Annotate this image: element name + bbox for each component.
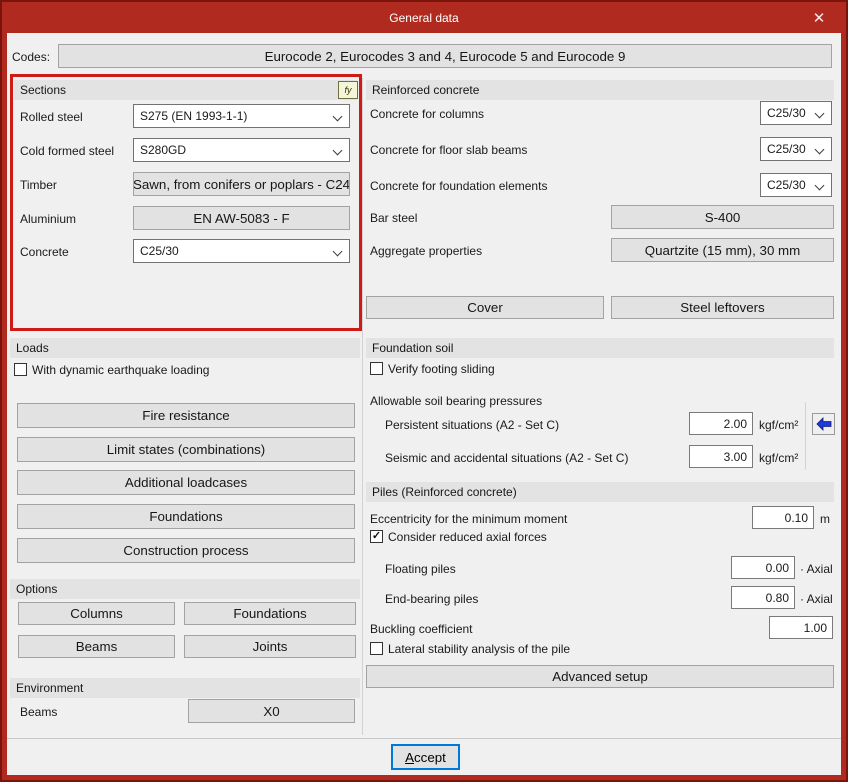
options-foundations-button[interactable]: Foundations bbox=[184, 602, 356, 625]
copy-value-arrow-button[interactable] bbox=[812, 413, 835, 435]
codes-label: Codes: bbox=[12, 50, 51, 64]
options-title: Options bbox=[16, 582, 58, 596]
aggregate-properties-button[interactable]: Quartzite (15 mm), 30 mm bbox=[611, 238, 834, 262]
reinforced-concrete-title: Reinforced concrete bbox=[372, 83, 480, 97]
dialog-content: Codes: Eurocode 2, Eurocodes 3 and 4, Eu… bbox=[7, 33, 841, 775]
reduced-axial-forces-checkbox[interactable]: ✓ bbox=[370, 530, 383, 543]
seismic-pressure-input[interactable]: 3.00 bbox=[689, 445, 753, 468]
rolled-steel-label: Rolled steel bbox=[20, 110, 83, 124]
environment-header: Environment bbox=[10, 678, 360, 698]
dynamic-earthquake-checkbox[interactable] bbox=[14, 363, 27, 376]
aluminium-label: Aluminium bbox=[20, 212, 77, 226]
fy-icon[interactable]: fy bbox=[338, 81, 358, 99]
seismic-situations-label: Seismic and accidental situations (A2 - … bbox=[385, 451, 629, 465]
environment-beams-button[interactable]: X0 bbox=[188, 699, 355, 723]
piles-title: Piles (Reinforced concrete) bbox=[372, 485, 517, 499]
sections-header: Sections bbox=[14, 80, 357, 100]
persistent-situations-label: Persistent situations (A2 - Set C) bbox=[385, 418, 560, 432]
concrete-label: Concrete bbox=[20, 245, 69, 259]
chevron-down-icon bbox=[814, 108, 825, 119]
timber-label: Timber bbox=[20, 178, 57, 192]
floating-piles-unit: · Axial bbox=[800, 562, 833, 576]
end-bearing-piles-input[interactable]: 0.80 bbox=[731, 586, 795, 609]
aggregate-properties-label: Aggregate properties bbox=[370, 244, 483, 258]
environment-title: Environment bbox=[16, 681, 84, 695]
codes-button[interactable]: Eurocode 2, Eurocodes 3 and 4, Eurocode … bbox=[58, 44, 832, 68]
persistent-pressure-unit: kgf/cm² bbox=[759, 418, 799, 432]
buckling-coefficient-label: Buckling coefficient bbox=[370, 622, 473, 636]
foundation-soil-header: Foundation soil bbox=[366, 338, 834, 358]
environment-beams-label: Beams bbox=[20, 705, 58, 719]
lateral-stability-checkbox[interactable] bbox=[370, 642, 383, 655]
aluminium-button[interactable]: EN AW-5083 - F bbox=[133, 206, 350, 230]
reduced-axial-forces-label: Consider reduced axial forces bbox=[388, 530, 547, 544]
chevron-down-icon bbox=[814, 144, 825, 155]
allowable-pressures-label: Allowable soil bearing pressures bbox=[370, 394, 543, 408]
floating-piles-input[interactable]: 0.00 bbox=[731, 556, 795, 579]
chevron-down-icon bbox=[332, 145, 343, 156]
cold-formed-steel-label: Cold formed steel bbox=[20, 144, 115, 158]
titlebar: General data ✕ bbox=[2, 2, 846, 33]
footer-divider bbox=[7, 738, 841, 739]
lateral-stability-label: Lateral stability analysis of the pile bbox=[388, 642, 571, 656]
concrete-foundation-label: Concrete for foundation elements bbox=[370, 179, 548, 193]
buckling-coefficient-input[interactable]: 1.00 bbox=[769, 616, 833, 639]
close-icon[interactable]: ✕ bbox=[806, 6, 832, 30]
options-header: Options bbox=[10, 579, 360, 599]
piles-header: Piles (Reinforced concrete) bbox=[366, 482, 834, 502]
blue-left-arrow-icon bbox=[815, 417, 831, 431]
fire-resistance-button[interactable]: Fire resistance bbox=[17, 403, 355, 428]
additional-loadcases-button[interactable]: Additional loadcases bbox=[17, 470, 355, 495]
concrete-select[interactable]: C25/30 bbox=[133, 239, 350, 263]
chevron-down-icon bbox=[332, 246, 343, 257]
column-divider bbox=[362, 78, 363, 735]
cold-formed-steel-select[interactable]: S280GD bbox=[133, 138, 350, 162]
concrete-columns-label: Concrete for columns bbox=[370, 107, 485, 121]
persistent-pressure-input[interactable]: 2.00 bbox=[689, 412, 753, 435]
concrete-floor-slab-label: Concrete for floor slab beams bbox=[370, 143, 528, 157]
verify-footing-sliding-label: Verify footing sliding bbox=[388, 362, 495, 376]
options-beams-button[interactable]: Beams bbox=[18, 635, 175, 658]
bar-steel-button[interactable]: S-400 bbox=[611, 205, 834, 229]
chevron-down-icon bbox=[814, 180, 825, 191]
foundation-soil-title: Foundation soil bbox=[372, 341, 454, 355]
concrete-foundation-select[interactable]: C25/30 bbox=[760, 173, 832, 197]
cover-button[interactable]: Cover bbox=[366, 296, 604, 319]
pressure-divider bbox=[805, 402, 806, 470]
floating-piles-label: Floating piles bbox=[385, 562, 456, 576]
options-joints-button[interactable]: Joints bbox=[184, 635, 356, 658]
foundations-button[interactable]: Foundations bbox=[17, 504, 355, 529]
options-columns-button[interactable]: Columns bbox=[18, 602, 175, 625]
timber-button[interactable]: Sawn, from conifers or poplars - C24 bbox=[133, 172, 350, 196]
end-bearing-piles-unit: · Axial bbox=[800, 592, 833, 606]
concrete-floor-slab-select[interactable]: C25/30 bbox=[760, 137, 832, 161]
verify-footing-sliding-checkbox[interactable] bbox=[370, 362, 383, 375]
dynamic-earthquake-label: With dynamic earthquake loading bbox=[32, 363, 210, 377]
eccentricity-input[interactable]: 0.10 bbox=[752, 506, 814, 529]
construction-process-button[interactable]: Construction process bbox=[17, 538, 355, 563]
seismic-pressure-unit: kgf/cm² bbox=[759, 451, 799, 465]
bar-steel-label: Bar steel bbox=[370, 211, 418, 225]
loads-title: Loads bbox=[16, 341, 49, 355]
limit-states-button[interactable]: Limit states (combinations) bbox=[17, 437, 355, 462]
advanced-setup-button[interactable]: Advanced setup bbox=[366, 665, 834, 688]
eccentricity-unit: m bbox=[820, 512, 830, 526]
concrete-columns-select[interactable]: C25/30 bbox=[760, 101, 832, 125]
end-bearing-piles-label: End-bearing piles bbox=[385, 592, 479, 606]
chevron-down-icon bbox=[332, 111, 343, 122]
dialog-title: General data bbox=[389, 10, 459, 25]
accept-button[interactable]: Accept bbox=[391, 744, 460, 770]
reinforced-concrete-header: Reinforced concrete bbox=[366, 80, 834, 100]
steel-leftovers-button[interactable]: Steel leftovers bbox=[611, 296, 834, 319]
rolled-steel-select[interactable]: S275 (EN 1993-1-1) bbox=[133, 104, 350, 128]
eccentricity-label: Eccentricity for the minimum moment bbox=[370, 512, 568, 526]
general-data-dialog: General data ✕ Codes: Eurocode 2, Euroco… bbox=[0, 0, 848, 782]
sections-title: Sections bbox=[20, 83, 67, 97]
loads-header: Loads bbox=[10, 338, 360, 358]
